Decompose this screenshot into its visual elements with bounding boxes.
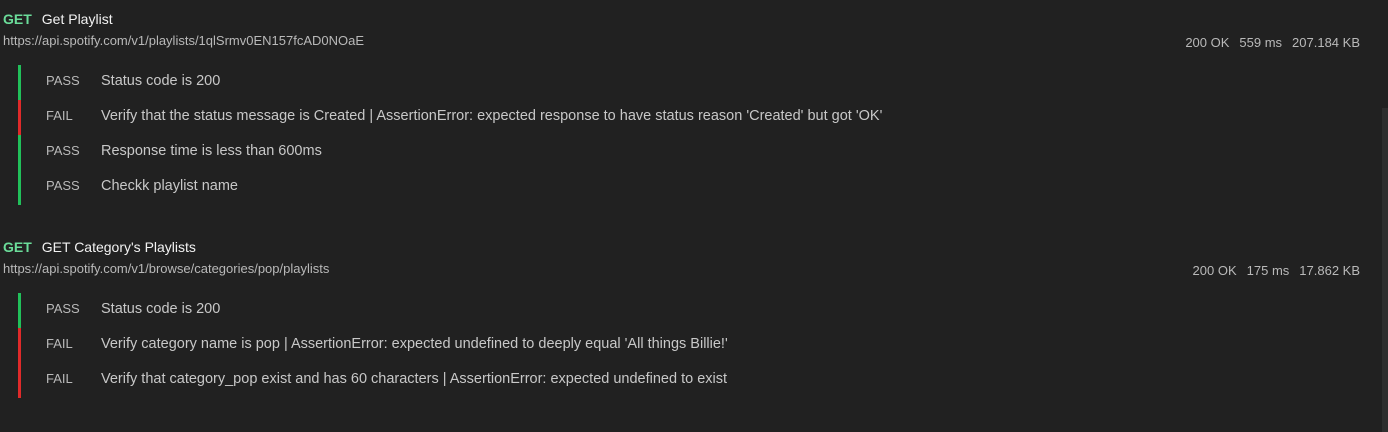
test-results-page: GET Get Playlist https://api.spotify.com… [0, 0, 1388, 432]
response-time: 175 ms [1246, 263, 1290, 278]
scrollbar-thumb[interactable] [1382, 108, 1388, 432]
pass-indicator-bar [18, 293, 21, 328]
test-status: PASS [46, 143, 80, 158]
request-url: https://api.spotify.com/v1/playlists/1ql… [3, 33, 365, 48]
response-meta: 200 OK 559 ms 207.184 KB [1185, 35, 1360, 50]
test-name: Verify category name is pop | AssertionE… [101, 336, 728, 352]
request-title-row[interactable]: GET Get Playlist [3, 10, 113, 28]
test-name: Checkk playlist name [101, 178, 238, 194]
response-size: 17.862 KB [1299, 263, 1360, 278]
test-status: PASS [46, 73, 80, 88]
test-status: PASS [46, 178, 80, 193]
response-size: 207.184 KB [1292, 35, 1360, 50]
fail-indicator-bar [18, 100, 21, 135]
request-method: GET [3, 239, 32, 255]
response-meta: 200 OK 175 ms 17.862 KB [1193, 263, 1360, 278]
response-time: 559 ms [1239, 35, 1283, 50]
test-status: PASS [46, 301, 80, 316]
pass-indicator-bar [18, 170, 21, 205]
request-method: GET [3, 11, 32, 27]
pass-indicator-bar [18, 65, 21, 100]
request-url: https://api.spotify.com/v1/browse/catego… [3, 261, 330, 276]
response-status: 200 OK [1185, 35, 1230, 50]
fail-indicator-bar [18, 363, 21, 398]
test-status: FAIL [46, 336, 73, 351]
fail-indicator-bar [18, 328, 21, 363]
test-name: Verify that category_pop exist and has 6… [101, 371, 728, 387]
test-name: Status code is 200 [101, 301, 221, 317]
vertical-scrollbar[interactable] [1382, 108, 1388, 432]
request-name[interactable]: GET Category's Playlists [42, 239, 196, 255]
request-name[interactable]: Get Playlist [42, 11, 113, 27]
test-status: FAIL [46, 371, 73, 386]
request-title-row[interactable]: GET GET Category's Playlists [3, 238, 196, 256]
pass-indicator-bar [18, 135, 21, 170]
test-name: Verify that the status message is Create… [101, 108, 883, 124]
test-status: FAIL [46, 108, 73, 123]
test-name: Response time is less than 600ms [101, 143, 322, 159]
test-name: Status code is 200 [101, 73, 221, 89]
response-status: 200 OK [1192, 263, 1237, 278]
